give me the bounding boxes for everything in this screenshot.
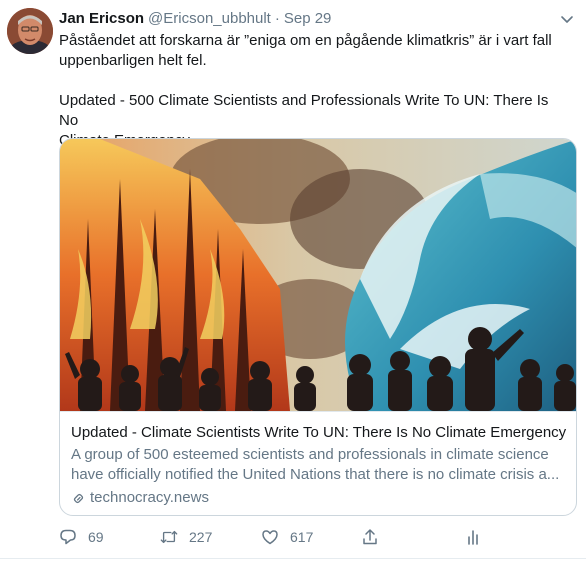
like-button[interactable]: 617 [261,526,313,548]
reply-count: 69 [88,529,104,545]
reply-icon [59,528,77,546]
card-description-line: have officially notified the United Nati… [71,466,560,483]
reply-button[interactable]: 69 [59,526,104,548]
more-options-button[interactable] [556,8,578,30]
tweet-text-line: Updated - 500 Climate Scientists and Pro… [59,92,553,129]
retweet-icon [160,528,178,546]
card-domain: technocracy.news [71,488,567,508]
separator-dot: · [274,10,280,27]
card-body[interactable]: Updated - Climate Scientists Write To UN… [60,411,576,515]
retweet-count: 227 [189,529,213,545]
tweet[interactable]: Jan Ericson @Ericson_ubbhult · Sep 29 Påstå… [0,0,586,561]
link-icon [71,491,86,506]
tweet-date[interactable]: Sep 29 [284,10,332,27]
analytics-icon [464,528,482,546]
card-title: Updated - Climate Scientists Write To UN… [71,424,567,441]
heart-icon [261,528,279,546]
author-handle[interactable]: @Ericson_ubbhult [148,10,271,27]
retweet-button[interactable]: 227 [160,526,212,548]
tweet-text-line: uppenbarligen helt fel. [59,52,207,69]
tweet-header: Jan Ericson @Ericson_ubbhult · Sep 29 [59,10,331,28]
tweet-text-line: Påståendet att forskarna är ”eniga om en… [59,32,552,49]
divider [0,558,586,559]
avatar[interactable] [7,8,53,54]
tweet-text: Påståendet att forskarna är ”eniga om en… [59,31,564,151]
chevron-down-icon [559,11,575,27]
share-icon [361,528,379,546]
share-button[interactable] [361,526,390,548]
card-description-line: A group of 500 esteemed scientists and p… [71,446,549,463]
card-description: A group of 500 esteemed scientists and p… [71,445,567,485]
tweet-actions: 69 227 617 [59,526,519,548]
like-count: 617 [290,529,314,545]
author-name[interactable]: Jan Ericson [59,10,144,27]
card-image[interactable] [60,139,576,411]
card-domain-text: technocracy.news [90,489,209,506]
link-card[interactable]: Updated - Climate Scientists Write To UN… [59,138,577,516]
analytics-button[interactable] [464,526,493,548]
